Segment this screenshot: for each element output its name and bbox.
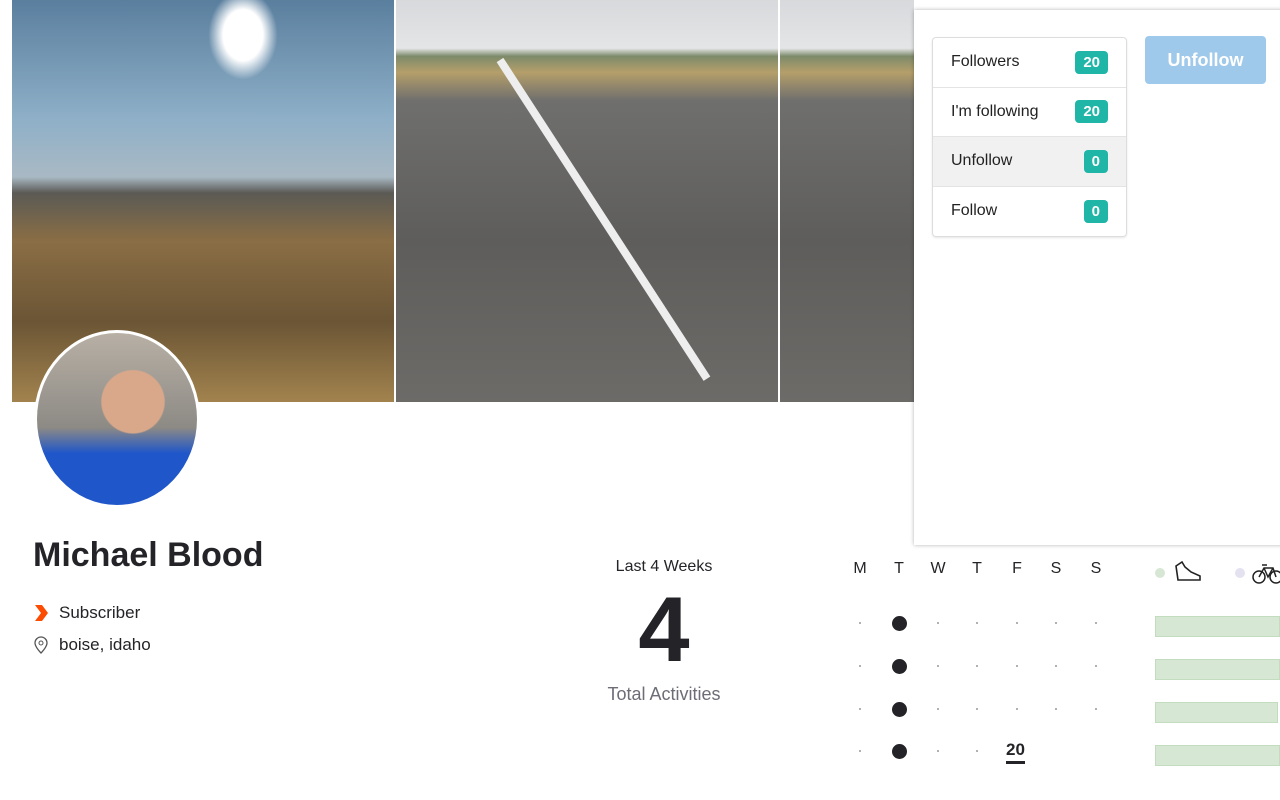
empty-day-dot: [1094, 707, 1098, 711]
location-label: boise, idaho: [59, 635, 151, 654]
filter-followers[interactable]: Followers 20: [933, 38, 1126, 88]
today-marker[interactable]: 20: [1006, 740, 1025, 764]
subscriber-label: Subscriber: [59, 603, 141, 622]
activity-dot[interactable]: [891, 701, 907, 717]
week-bar-3: [1155, 702, 1278, 723]
run-legend-dot: [1155, 568, 1165, 578]
empty-day-dot: [858, 664, 862, 668]
empty-day-dot: [975, 621, 979, 625]
count-badge: 20: [1075, 50, 1108, 74]
empty-day-dot: [858, 749, 862, 753]
count-badge: 0: [1083, 149, 1108, 173]
filter-follow[interactable]: Follow 0: [933, 187, 1126, 237]
run-shoe-icon[interactable]: [1173, 560, 1203, 586]
empty-day-dot: [936, 749, 940, 753]
filter-label: Follow: [951, 202, 998, 220]
filter-label: Unfollow: [951, 152, 1013, 170]
day-header: W: [930, 560, 946, 577]
count-badge: 20: [1075, 100, 1108, 124]
stats-value: 4: [638, 579, 690, 681]
day-header: F: [1012, 560, 1022, 577]
empty-day-dot: [1094, 621, 1098, 625]
activity-stats: Last 4 Weeks 4 Total Activities: [564, 558, 764, 705]
empty-day-dot: [936, 664, 940, 668]
avatar[interactable]: [34, 330, 200, 508]
subscriber-chevron-icon: [35, 605, 48, 621]
day-header: T: [894, 560, 904, 577]
cover-photo-1[interactable]: [12, 0, 394, 402]
filter-label: I'm following: [951, 102, 1039, 120]
empty-day-dot: [975, 749, 979, 753]
empty-day-dot: [1094, 664, 1098, 668]
location-row: boise, idaho: [33, 635, 151, 655]
filter-following[interactable]: I'm following 20: [933, 88, 1126, 137]
empty-day-dot: [1054, 621, 1058, 625]
bike-legend-dot: [1235, 568, 1245, 578]
bike-icon[interactable]: [1252, 561, 1280, 585]
follow-popup: Followers 20 I'm following 20 Unfollow 0 Fo…: [914, 10, 1280, 545]
cover-photo-2[interactable]: [396, 0, 778, 402]
week-bar-1: [1155, 616, 1280, 637]
week-bar-4: [1155, 745, 1280, 766]
empty-day-dot: [1015, 707, 1019, 711]
empty-day-dot: [975, 664, 979, 668]
empty-day-dot: [1054, 664, 1058, 668]
empty-day-dot: [1054, 707, 1058, 711]
empty-day-dot: [936, 621, 940, 625]
day-header: T: [972, 560, 982, 577]
empty-day-dot: [858, 707, 862, 711]
day-header: S: [1090, 560, 1102, 577]
activity-dot[interactable]: [891, 743, 907, 759]
subscriber-row: Subscriber: [33, 603, 140, 623]
activity-dot[interactable]: [891, 658, 907, 674]
empty-day-dot: [936, 707, 940, 711]
follow-filter-list: Followers 20 I'm following 20 Unfollow 0 Fo…: [932, 37, 1127, 237]
empty-day-dot: [1015, 621, 1019, 625]
empty-day-dot: [1015, 664, 1019, 668]
unfollow-button[interactable]: Unfollow: [1145, 36, 1266, 84]
filter-unfollow[interactable]: Unfollow 0: [933, 137, 1126, 187]
day-header: S: [1050, 560, 1062, 577]
stats-label: Last 4 Weeks: [615, 558, 713, 575]
day-header: M: [853, 560, 867, 577]
cover-photo-3[interactable]: [780, 0, 914, 402]
athlete-name: Michael Blood: [33, 536, 264, 574]
filter-label: Followers: [951, 53, 1020, 71]
activity-dot[interactable]: [891, 615, 907, 631]
stats-sublabel: Total Activities: [607, 684, 721, 704]
week-bar-2: [1155, 659, 1280, 680]
empty-day-dot: [858, 621, 862, 625]
location-pin-icon: [34, 636, 48, 654]
count-badge: 0: [1083, 199, 1108, 223]
empty-day-dot: [975, 707, 979, 711]
